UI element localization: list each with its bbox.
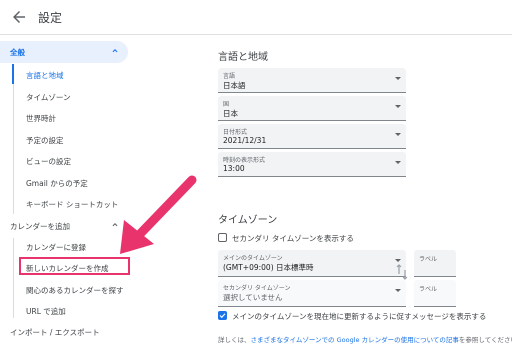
primary-timezone-select[interactable]: メインのタイムゾーン (GMT+09:00) 日本標準時 <box>218 250 406 277</box>
sidebar-item-timezone[interactable]: タイムゾーン <box>26 92 70 103</box>
nav-tree-line <box>13 238 14 318</box>
update-timezone-checkbox[interactable] <box>218 311 227 320</box>
primary-timezone-caption: メインのタイムゾーン <box>223 255 283 262</box>
timezone-help-text: 詳しくは、さまざまなタイムゾーンでの Google カレンダーの使用についての記… <box>218 334 512 344</box>
time-format-caption: 時刻の表示形式 <box>223 157 266 164</box>
country-select[interactable]: 国 日本 <box>218 96 406 121</box>
swap-vertical-icon[interactable] <box>396 264 408 280</box>
sidebar-item-add-by-url[interactable]: URL で追加 <box>26 306 66 317</box>
language-select[interactable]: 言語 日本語 <box>218 68 406 93</box>
sidebar-item-import-export[interactable]: インポート / エクスポート <box>10 327 100 338</box>
dropdown-arrow-icon <box>395 77 401 80</box>
footnote-suffix: を参照してください <box>458 336 512 344</box>
secondary-timezone-caption: セカンダリ タイムゾーン <box>223 285 291 292</box>
secondary-timezone-checkbox[interactable] <box>218 233 227 242</box>
sidebar-item-language-region[interactable]: 言語と地域 <box>26 70 64 81</box>
secondary-timezone-label-caption: ラベル <box>419 286 438 293</box>
page-title: 設定 <box>38 11 63 25</box>
footnote-prefix: 詳しくは、 <box>218 336 251 344</box>
back-arrow-icon[interactable] <box>10 8 28 26</box>
sidebar-item-world-clock[interactable]: 世界時計 <box>26 113 56 124</box>
sidebar-item-subscribe[interactable]: カレンダーに登録 <box>26 242 86 253</box>
date-format-value: 2021/12/31 <box>223 136 267 145</box>
country-caption: 国 <box>223 101 230 108</box>
language-caption: 言語 <box>223 73 236 80</box>
update-timezone-checkbox-label: メインのタイムゾーンを現在地に更新するように促すメッセージを表示する <box>232 312 487 321</box>
secondary-timezone-value: 選択していません <box>223 293 283 302</box>
active-indicator <box>12 64 14 84</box>
timezone-title: タイムゾーン <box>218 215 278 226</box>
sidebar-group-add-calendar[interactable]: カレンダーを追加 <box>0 215 128 237</box>
dropdown-arrow-icon <box>395 259 401 262</box>
dropdown-arrow-icon <box>395 133 401 136</box>
sidebar-item-browse-calendars[interactable]: 関心のあるカレンダーを探す <box>26 285 124 296</box>
sidebar-item-event-settings[interactable]: 予定の設定 <box>26 135 64 146</box>
dropdown-arrow-icon <box>395 161 401 164</box>
sidebar-group-general[interactable]: 全般 <box>0 41 128 63</box>
nav-tree-line <box>13 84 14 214</box>
time-format-value: 13:00 <box>223 164 245 173</box>
pointer-arrow-annotation <box>120 175 197 254</box>
time-format-select[interactable]: 時刻の表示形式 13:00 <box>218 152 406 177</box>
sidebar-item-gmail-events[interactable]: Gmail からの予定 <box>26 178 88 189</box>
timezone-help-link[interactable]: さまざまなタイムゾーンでの Google カレンダーの使用についての記事 <box>251 336 459 344</box>
sidebar-group-general-label: 全般 <box>10 48 25 57</box>
top-bar: 設定 <box>0 0 512 35</box>
sidebar-group-add-calendar-label: カレンダーを追加 <box>10 222 70 231</box>
language-region-title: 言語と地域 <box>218 52 268 63</box>
dropdown-arrow-icon <box>395 105 401 108</box>
secondary-timezone-checkbox-label: セカンダリ タイムゾーンを表示する <box>232 234 354 243</box>
primary-timezone-label-caption: ラベル <box>419 256 438 263</box>
secondary-timezone-label-input[interactable]: ラベル <box>414 280 456 307</box>
dropdown-arrow-icon <box>395 289 401 292</box>
primary-timezone-value: (GMT+09:00) 日本標準時 <box>223 263 314 272</box>
secondary-timezone-select[interactable]: セカンダリ タイムゾーン 選択していません <box>218 280 406 307</box>
sidebar-item-view-settings[interactable]: ビューの設定 <box>26 156 71 167</box>
date-format-caption: 日付形式 <box>223 129 248 136</box>
country-value: 日本 <box>223 109 238 118</box>
language-value: 日本語 <box>223 81 246 90</box>
date-format-select[interactable]: 日付形式 2021/12/31 <box>218 124 406 149</box>
sidebar-item-keyboard-shortcuts[interactable]: キーボード ショートカット <box>26 199 118 210</box>
primary-timezone-label-input[interactable]: ラベル <box>414 250 456 277</box>
chevron-up-icon[interactable] <box>110 46 120 56</box>
